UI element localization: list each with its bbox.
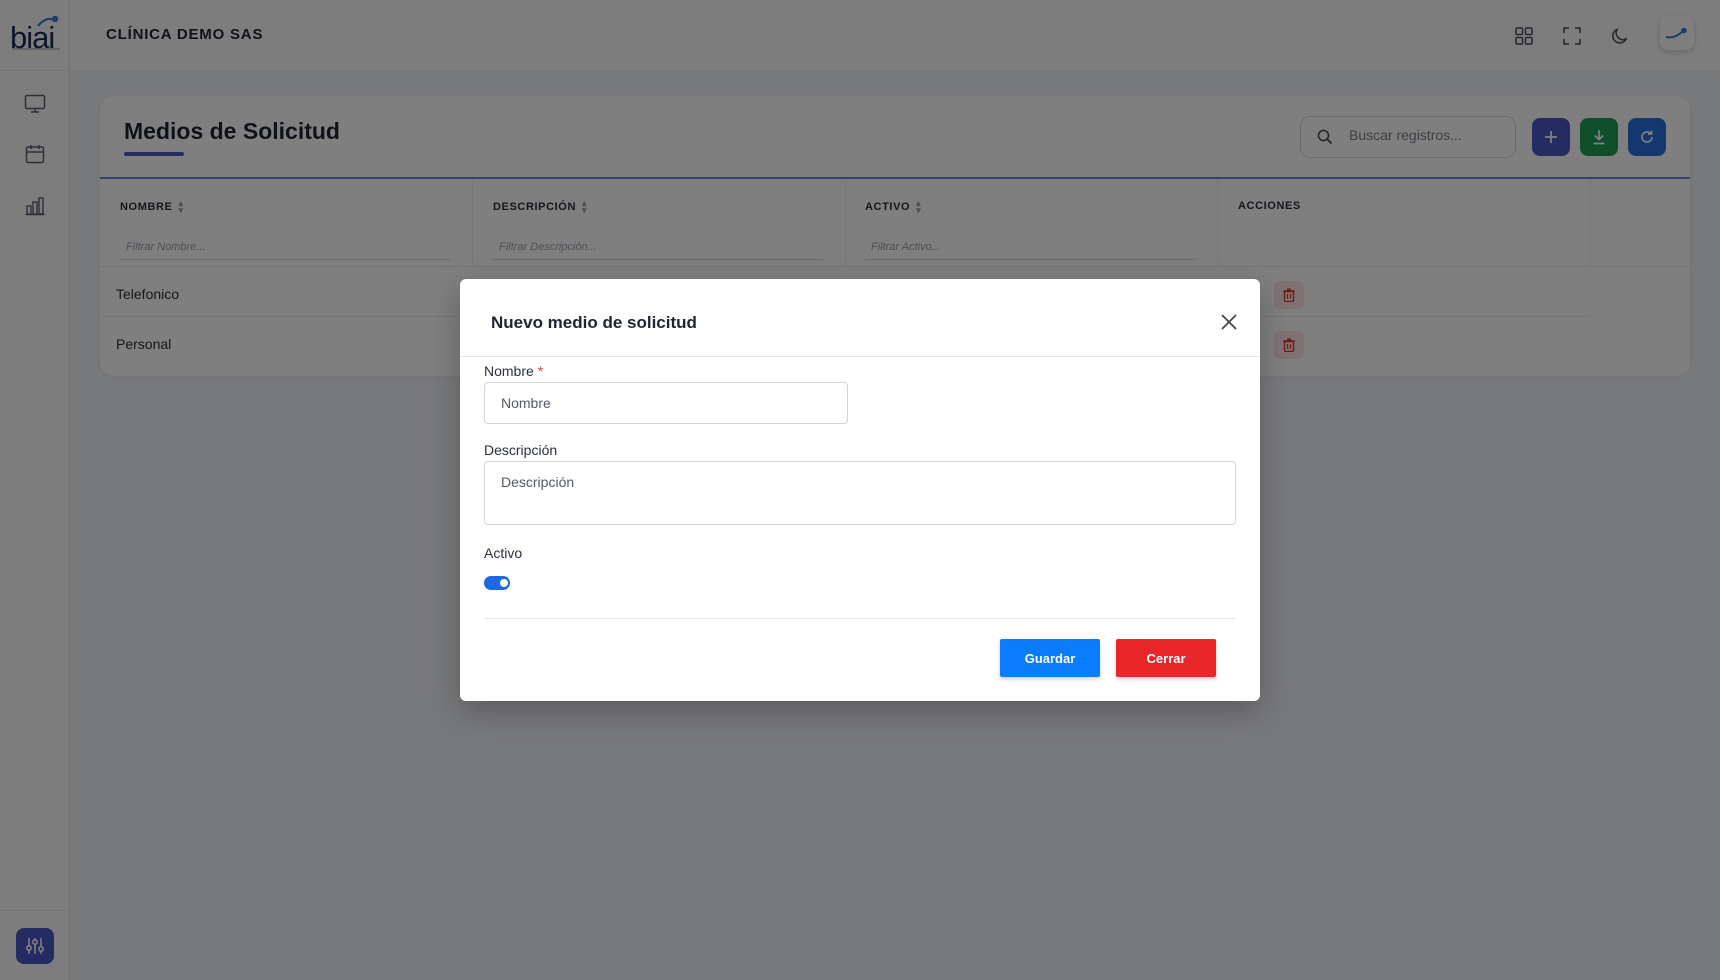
required-marker: * [537, 363, 544, 379]
save-button[interactable]: Guardar [1000, 639, 1100, 677]
nombre-label: Nombre * [484, 363, 544, 379]
descripcion-label: Descripción [484, 442, 558, 458]
modal-divider [460, 356, 1260, 357]
activo-label: Activo [484, 545, 523, 561]
close-icon[interactable] [1216, 309, 1242, 335]
toggle-knob [500, 579, 508, 587]
descripcion-textarea[interactable] [484, 461, 1236, 525]
cancel-button[interactable]: Cerrar [1116, 639, 1216, 677]
modal-title: Nuevo medio de solicitud [491, 313, 697, 332]
activo-toggle[interactable] [484, 576, 510, 590]
modal-footer-divider [484, 618, 1236, 619]
nombre-input[interactable] [484, 382, 848, 424]
new-request-medium-dialog: Nuevo medio de solicitud Nombre* Descrip… [460, 279, 1260, 701]
